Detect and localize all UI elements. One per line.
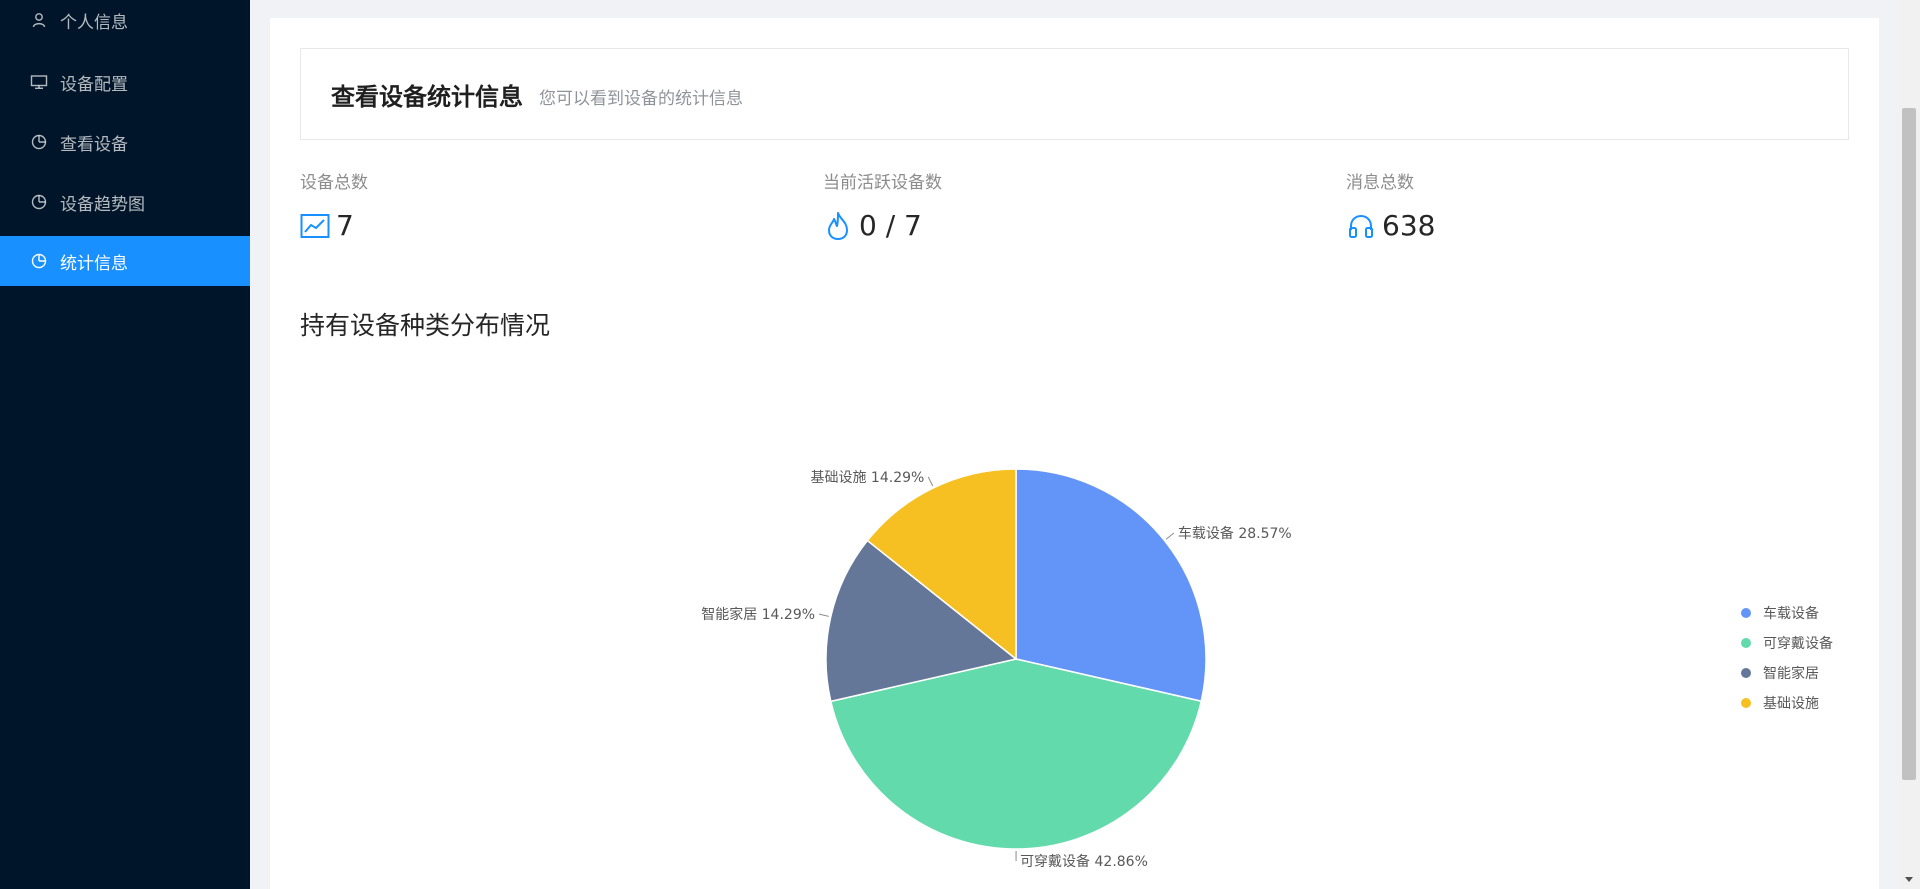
- scrollbar-thumb[interactable]: [1902, 108, 1916, 780]
- legend-marker-4[interactable]: [1741, 698, 1751, 708]
- legend-marker-3[interactable]: [1741, 668, 1751, 678]
- legend-label-1[interactable]: 车载设备: [1763, 605, 1819, 622]
- scroll-down-arrow-icon[interactable]: [1905, 877, 1913, 882]
- pie-label-line-4: [927, 476, 934, 487]
- legend-label-4[interactable]: 基础设施: [1763, 695, 1819, 712]
- legend-label-3[interactable]: 智能家居: [1763, 665, 1819, 682]
- legend-label-2[interactable]: 可穿戴设备: [1763, 635, 1833, 652]
- pie-label-line-1: [1165, 532, 1175, 540]
- pie-label-line-3: [818, 613, 829, 617]
- legend-marker-1[interactable]: [1741, 608, 1751, 618]
- legend-marker-2[interactable]: [1741, 638, 1751, 648]
- pie-label-2: 可穿戴设备 42.86%: [1020, 853, 1148, 870]
- pie-label-4: 基础设施 14.29%: [810, 469, 924, 486]
- device-type-pie-chart: 车载设备 28.57% 可穿戴设备 42.86% 智能家居 14.29% 基础设施 1…: [701, 468, 1833, 870]
- pie-label-3: 智能家居 14.29%: [701, 606, 815, 623]
- pie-label-1: 车载设备 28.57%: [1178, 525, 1292, 542]
